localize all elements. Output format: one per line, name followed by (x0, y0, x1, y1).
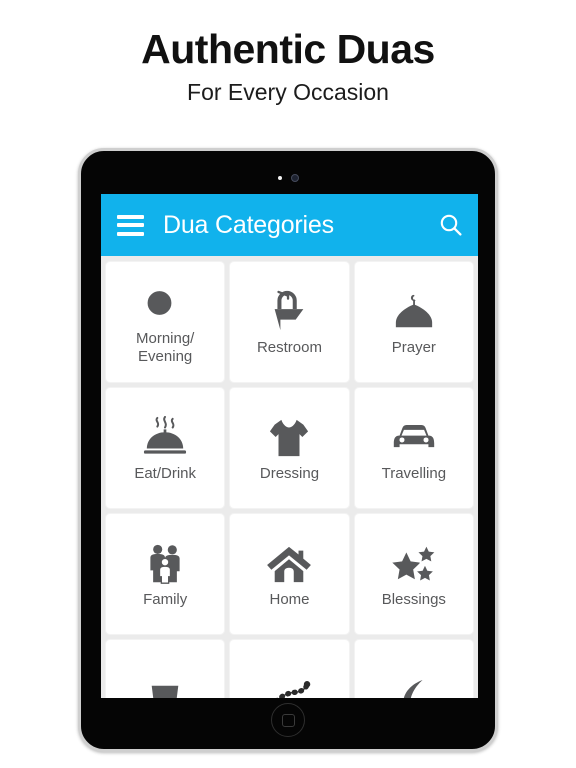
category-tile-label: Travelling (381, 465, 447, 483)
category-tile-label: Dressing (259, 465, 320, 483)
house-icon (265, 539, 313, 589)
category-tile-family[interactable]: Family (106, 514, 225, 634)
category-tile-home[interactable]: Home (230, 514, 349, 634)
tablet-device: Dua Categories Morning/ Evening Restroom… (78, 148, 498, 752)
sink-faucet-icon (267, 287, 311, 337)
category-tile-label: Eat/Drink (134, 465, 196, 483)
category-tile-restroom[interactable]: Restroom (230, 262, 349, 382)
sun-moon-icon (139, 278, 191, 328)
tshirt-icon (267, 413, 311, 463)
food-cloche-icon (140, 413, 190, 463)
category-tile-travelling[interactable]: Travelling (354, 388, 473, 508)
category-grid: Morning/ Evening Restroom Prayer Eat/Dri… (101, 256, 478, 698)
device-screen: Dua Categories Morning/ Evening Restroom… (101, 194, 478, 698)
camera-lens-icon (290, 174, 299, 182)
category-tile-label: Morning/ Evening (135, 330, 195, 365)
mosque-dome-icon (389, 287, 439, 337)
stars-icon (388, 539, 439, 589)
car-icon (389, 413, 439, 463)
category-tile-label: Restroom (256, 339, 322, 357)
category-tile-cup[interactable] (106, 640, 225, 698)
device-sensor-row (81, 174, 495, 182)
category-tile-dressing[interactable]: Dressing (230, 388, 349, 508)
crescent-moon-icon (394, 674, 434, 698)
promo-banner: Authentic Duas For Every Occasion (0, 0, 576, 105)
category-tile-morning-evening[interactable]: Morning/ Evening (106, 262, 225, 382)
category-tile-eat-drink[interactable]: Eat/Drink (106, 388, 225, 508)
category-tile-label: Prayer (391, 339, 436, 357)
indicator-led-icon (277, 176, 282, 180)
home-button[interactable] (271, 703, 305, 737)
cup-icon (144, 674, 186, 698)
hamburger-menu-icon[interactable] (117, 214, 144, 236)
category-tile-crescent-moon[interactable] (354, 640, 473, 698)
app-bar-title: Dua Categories (163, 210, 334, 239)
category-tile-label: Blessings (381, 591, 446, 609)
family-icon (144, 539, 186, 589)
category-tile-blessings[interactable]: Blessings (354, 514, 473, 634)
page-title: Authentic Duas (141, 26, 435, 72)
home-button-glyph (281, 713, 295, 727)
category-tile-prayer-beads[interactable] (230, 640, 349, 698)
prayer-beads-icon (264, 674, 314, 698)
category-tile-label: Home (269, 591, 310, 609)
category-tile-prayer[interactable]: Prayer (354, 262, 473, 382)
search-icon[interactable] (438, 212, 464, 238)
page-subtitle: For Every Occasion (187, 79, 389, 106)
app-bar: Dua Categories (101, 194, 478, 256)
category-tile-label: Family (143, 591, 188, 609)
